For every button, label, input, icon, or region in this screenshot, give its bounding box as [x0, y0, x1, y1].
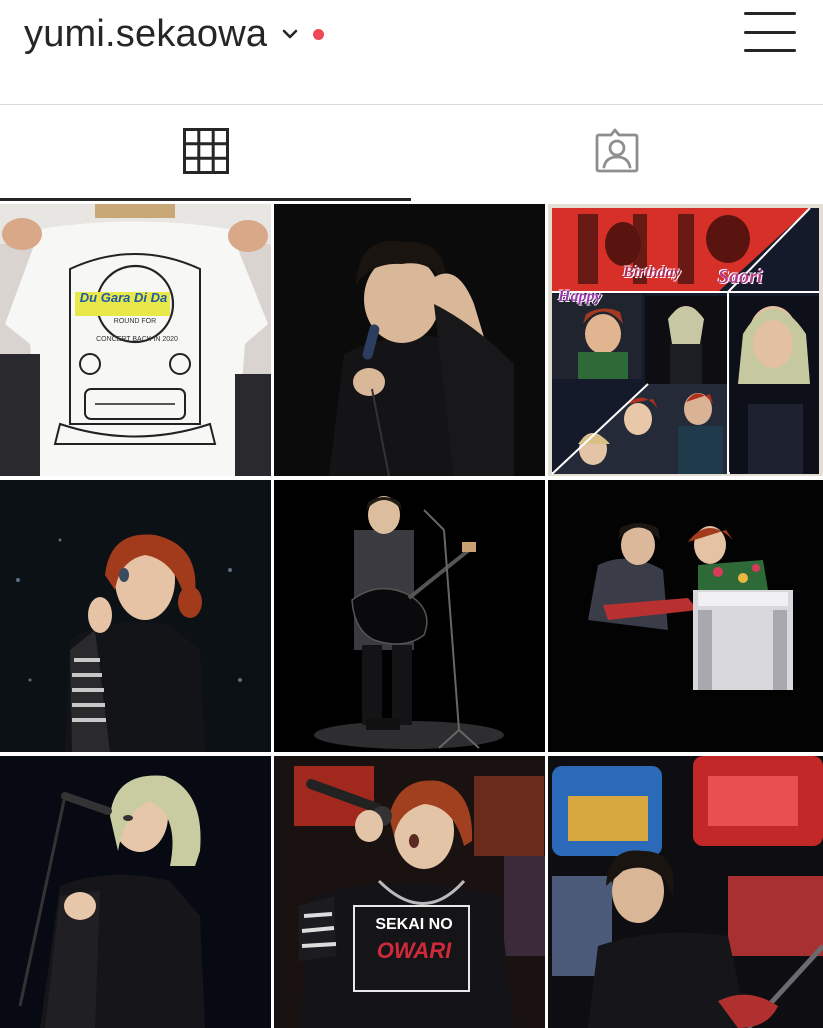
- account-switcher[interactable]: yumi.sekaowa: [24, 12, 325, 56]
- post-thumbnail-woman-profile[interactable]: [0, 480, 271, 752]
- post-thumbnail-birthday-collage[interactable]: Happy Birthday Saori: [548, 204, 823, 476]
- shirt-line-1: ROUND FOR: [113, 318, 157, 325]
- tab-tagged[interactable]: [411, 105, 822, 201]
- post-thumbnail-guitarist-stage[interactable]: [274, 480, 545, 752]
- post-thumbnail-screens-guitarist[interactable]: [548, 756, 823, 1028]
- post-thumbnail-singer-mic[interactable]: [274, 204, 545, 476]
- birthday-word-birthday: Birthday: [623, 264, 681, 281]
- post-thumbnail-tshirt[interactable]: Du Gara Di Da ROUND FOR CONCERT BACK IN …: [0, 204, 271, 476]
- username[interactable]: yumi.sekaowa: [24, 13, 267, 56]
- birthday-word-happy: Happy: [558, 288, 602, 305]
- shirt-line-1: SEKAI NO: [375, 916, 453, 933]
- chevron-down-icon[interactable]: [281, 25, 299, 43]
- tab-grid[interactable]: [0, 105, 411, 201]
- post-thumbnail-singer-shirt[interactable]: SEKAI NO OWARI: [274, 756, 545, 1028]
- active-tab-underline: [0, 198, 411, 201]
- hamburger-menu-icon[interactable]: [744, 10, 796, 54]
- profile-header: yumi.sekaowa: [0, 0, 823, 104]
- tagged-person-icon: [593, 127, 641, 180]
- shirt-line-2: OWARI: [376, 938, 452, 963]
- notification-dot: [313, 28, 325, 40]
- posts-grid: Du Gara Di Da ROUND FOR CONCERT BACK IN …: [0, 204, 823, 1028]
- birthday-word-saori: Saori: [718, 266, 763, 288]
- shirt-brand-text: Du Gara Di Da: [79, 290, 168, 305]
- post-thumbnail-guitar-piano-duo[interactable]: [548, 480, 823, 752]
- post-thumbnail-blonde-singer[interactable]: [0, 756, 271, 1028]
- grid-icon: [182, 127, 229, 179]
- shirt-line-2: CONCERT BACK IN 2020: [96, 336, 178, 343]
- profile-tabs: [0, 105, 823, 201]
